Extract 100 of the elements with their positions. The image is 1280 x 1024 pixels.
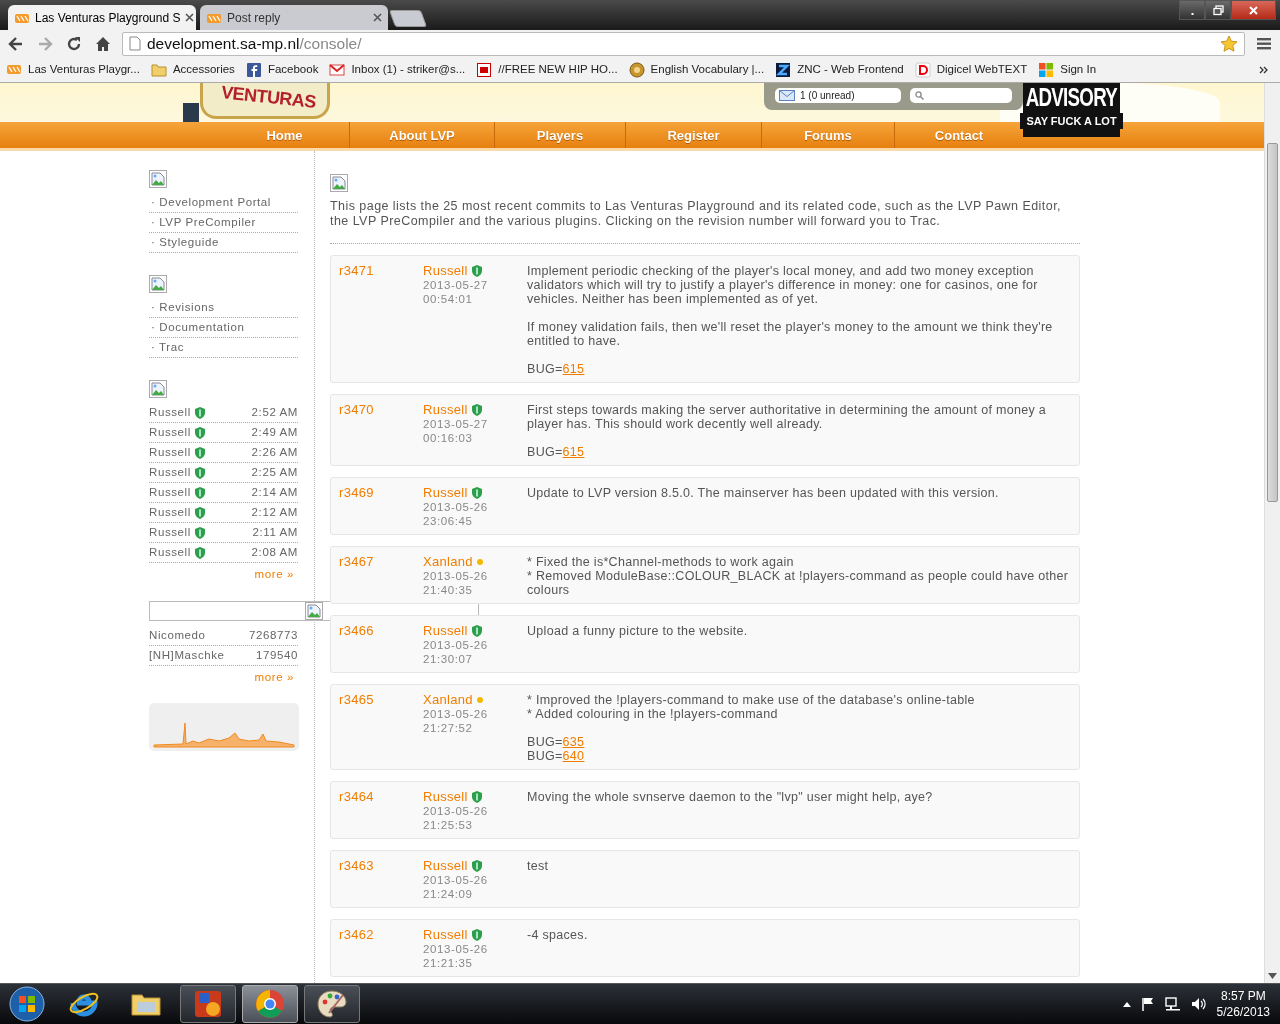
scrollbar-thumb[interactable]: [1267, 143, 1278, 502]
bookmark-link[interactable]: English Vocabulary |...: [628, 60, 765, 79]
restore-button[interactable]: [1205, 0, 1231, 20]
player-score: 7268773: [249, 628, 298, 644]
bookmark-link[interactable]: Sign In: [1038, 60, 1097, 79]
commit-time: 2:14 AM: [251, 484, 298, 500]
sidebar-link[interactable]: · Documentation: [149, 318, 245, 337]
commit-author: Russell: [149, 484, 191, 500]
author-link[interactable]: Russell: [423, 624, 468, 638]
commit-message: -4 spaces.: [527, 928, 589, 942]
shield-icon: [471, 860, 482, 872]
taskbar-button[interactable]: [304, 985, 360, 1023]
bookmark-link[interactable]: Las Venturas Playgr...: [6, 60, 140, 79]
shield-icon: [194, 486, 205, 499]
close-icon[interactable]: [185, 13, 195, 22]
commit-message: Upload a funny picture to the website.: [527, 624, 749, 638]
commit-author: Russell: [149, 544, 191, 560]
scrollbar[interactable]: [1264, 83, 1280, 983]
sign-post: [183, 103, 199, 122]
sidebar-link[interactable]: · Trac: [149, 338, 184, 357]
revision-link[interactable]: r3470: [339, 403, 423, 417]
bookmark-link[interactable]: //FREE NEW HIP HO...: [476, 60, 618, 79]
bug-label: BUG=: [527, 735, 563, 749]
author-link[interactable]: Russell: [423, 403, 468, 417]
browser-tab[interactable]: Post reply: [200, 5, 388, 30]
sidebar-link[interactable]: · Revisions: [149, 298, 215, 317]
bug-link[interactable]: 635: [562, 735, 585, 749]
letter-d-icon: [914, 61, 931, 78]
shield-icon: [194, 506, 205, 519]
taskbar-button[interactable]: [180, 985, 236, 1023]
forward-arrow-icon: [36, 34, 54, 53]
sidebar-link[interactable]: · Styleguide: [149, 233, 219, 252]
up-arrow-icon[interactable]: [1122, 1001, 1131, 1007]
speaker-icon[interactable]: [1190, 997, 1207, 1011]
commit-time: 21:27:52: [423, 721, 474, 735]
clock-time[interactable]: 8:57 PM: [1216, 988, 1270, 1004]
bookmark-link[interactable]: Facebook: [245, 60, 319, 79]
shield-icon: [194, 406, 205, 419]
star-icon[interactable]: [1220, 34, 1238, 53]
commit-author: Russell: [149, 464, 191, 480]
mail-link[interactable]: 1 (0 unread): [775, 88, 901, 103]
back-arrow-icon: [7, 34, 25, 53]
shield-icon: [471, 791, 482, 803]
commit-time: 2:52 AM: [251, 404, 298, 420]
bookmark-link[interactable]: Accessories: [150, 60, 235, 79]
bug-link[interactable]: 615: [562, 362, 585, 376]
sidebar-link[interactable]: · LVP PreCompiler: [149, 213, 256, 232]
clock-date[interactable]: 5/26/2013: [1216, 1004, 1270, 1020]
network-icon[interactable]: [1164, 997, 1181, 1011]
revision-link[interactable]: r3467: [339, 555, 423, 569]
chevron-icon[interactable]: [1259, 65, 1268, 74]
broken-image-icon: [305, 602, 323, 621]
author-link[interactable]: Russell: [423, 264, 468, 278]
four-squares-icon: [1038, 61, 1055, 78]
commit-message: First steps towards making the server authoritative in determining the amount of money a player has. This should work decently well already.: [527, 403, 1047, 431]
advisory-caption: SAY FUCK A LOT: [1020, 113, 1123, 129]
down-arrow-icon[interactable]: [1268, 973, 1277, 979]
shield-icon: [194, 466, 205, 479]
close-icon[interactable]: [373, 13, 382, 22]
shield-icon: [471, 487, 482, 499]
shield-icon: [471, 265, 482, 277]
more-link[interactable]: more »: [149, 666, 298, 687]
close-button[interactable]: [1231, 0, 1276, 20]
revision-link[interactable]: r3466: [339, 624, 423, 638]
browser-tab[interactable]: Las Venturas Playground S: [8, 5, 196, 30]
shield-icon: [471, 625, 482, 637]
taskbar-button[interactable]: [242, 985, 298, 1023]
commit-time: 2:12 AM: [251, 504, 298, 520]
new-tab-button[interactable]: [388, 10, 428, 27]
author-link[interactable]: Xanland: [423, 693, 473, 707]
commit-message: Update to LVP version 8.5.0. The mainserver has been updated with this version.: [527, 486, 1000, 500]
author-link[interactable]: Xanland: [423, 555, 473, 569]
letter-f-icon: [245, 61, 262, 78]
revision-link[interactable]: r3471: [339, 264, 423, 278]
more-link[interactable]: more »: [149, 563, 298, 584]
sidebar-link[interactable]: · Development Portal: [149, 193, 272, 212]
commit-message: Implement periodic checking of the player's local money, and add two money exception validators which will try to justify a player's difference in money: one for casinos, one for vehicles. Neither has been implemented as of yet.: [527, 264, 1039, 306]
revision-link[interactable]: r3462: [339, 928, 423, 942]
author-link[interactable]: Russell: [423, 790, 468, 804]
bug-link[interactable]: 640: [562, 749, 585, 763]
nav-link[interactable]: Contact: [895, 122, 1023, 148]
revision-link[interactable]: r3464: [339, 790, 423, 804]
author-link[interactable]: Russell: [423, 928, 468, 942]
search-field[interactable]: [909, 88, 1012, 103]
commit-time: 2:08 AM: [251, 544, 298, 560]
bug-link[interactable]: 615: [562, 445, 585, 459]
bookmark-link[interactable]: Inbox (1) - striker@s...: [329, 60, 466, 79]
address-bar[interactable]: development.sa-mp.nl/console/: [122, 31, 1245, 56]
author-link[interactable]: Russell: [423, 486, 468, 500]
commit-message: * Removed ModuleBase::COLOUR_BLACK at !players-command as people could have other colours: [527, 569, 1070, 597]
bookmark-link[interactable]: Digicel WebTEXT: [914, 60, 1028, 79]
flag-icon[interactable]: [1140, 997, 1155, 1011]
revision-link[interactable]: r3463: [339, 859, 423, 873]
bug-label: BUG=: [527, 362, 563, 376]
revision-link[interactable]: r3465: [339, 693, 423, 707]
bookmark-link[interactable]: ZNC - Web Frontend: [775, 60, 904, 79]
shield-icon: [471, 929, 482, 941]
revision-link[interactable]: r3469: [339, 486, 423, 500]
commit-time: 2:26 AM: [251, 444, 298, 460]
author-link[interactable]: Russell: [423, 859, 468, 873]
